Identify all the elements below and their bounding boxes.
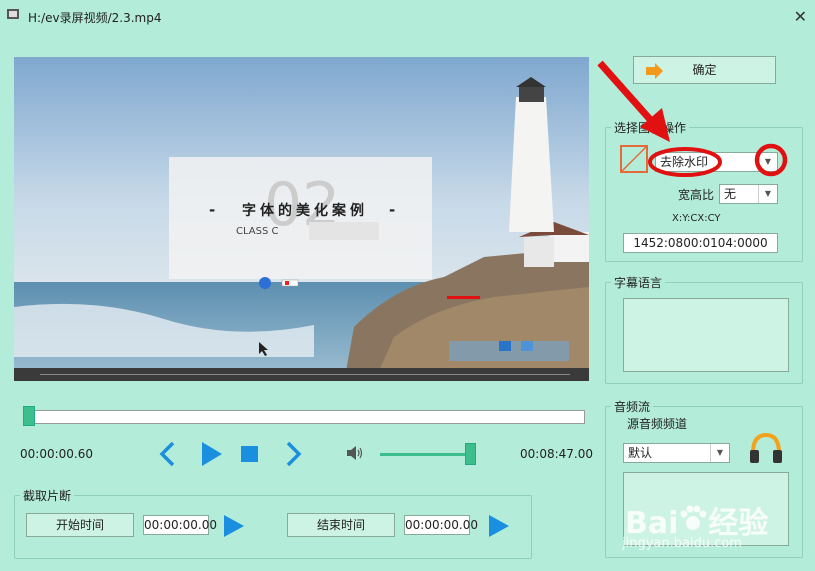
coord-label: X:Y:CX:CY — [672, 213, 721, 224]
total-time: 00:08:47.00 — [520, 447, 593, 461]
operation-selected: 去除水印 — [660, 155, 709, 169]
crop-icon — [620, 145, 648, 173]
chevron-down-icon[interactable]: ▼ — [758, 185, 777, 203]
aspect-label: 宽高比 — [678, 188, 715, 202]
paw-icon — [680, 505, 707, 530]
subtitle-list[interactable] — [623, 298, 789, 372]
confirm-button[interactable]: 确定 — [633, 56, 776, 84]
start-time-field[interactable]: 00:00:00.00 — [143, 515, 217, 535]
video-frame-image: 02 - 字体的美化案例 - CLASS C — [14, 57, 589, 381]
start-time-button[interactable]: 开始时间 — [26, 513, 134, 537]
coord-field[interactable]: 1452:0800:0104:0000 — [623, 233, 778, 253]
current-time: 00:00:00.60 — [20, 447, 93, 461]
chevron-down-icon[interactable]: ▼ — [758, 153, 777, 171]
svg-text:-: - — [209, 201, 215, 219]
video-control-strip — [14, 368, 589, 381]
stop-icon[interactable] — [241, 446, 259, 462]
confirm-arrow-icon — [646, 63, 663, 79]
volume-icon[interactable] — [346, 445, 364, 461]
chevron-down-icon[interactable]: ▼ — [710, 444, 729, 462]
slide-subtitle: CLASS C — [236, 226, 278, 237]
audio-channel-select[interactable]: 默认 ▼ — [623, 443, 730, 463]
volume-slider[interactable] — [380, 453, 470, 456]
seek-bar[interactable] — [26, 410, 585, 424]
audio-group-label: 音频流 — [611, 398, 654, 415]
title-bar: H:/ev录屏视频/2.3.mp4 ✕ — [0, 0, 815, 34]
window-title: H:/ev录屏视频/2.3.mp4 — [28, 11, 162, 25]
seek-thumb[interactable] — [23, 406, 35, 426]
end-time-button[interactable]: 结束时间 — [287, 513, 395, 537]
video-preview[interactable]: 02 - 字体的美化案例 - CLASS C — [14, 57, 589, 381]
aspect-selected: 无 — [724, 187, 737, 201]
aspect-select[interactable]: 无 ▼ — [719, 184, 778, 204]
operation-select[interactable]: 去除水印 ▼ — [655, 152, 778, 172]
close-icon[interactable]: ✕ — [794, 7, 807, 26]
headphones-icon — [750, 432, 782, 463]
play-icon[interactable] — [200, 441, 224, 467]
watermark-url: jingyan.baidu.com — [622, 536, 742, 551]
set-end-play-icon[interactable] — [489, 515, 509, 537]
slide-title: 字体的美化案例 — [242, 202, 368, 219]
audio-channel-selected: 默认 — [628, 446, 653, 460]
clip-group-label: 截取片断 — [20, 487, 75, 504]
image-op-group-label: 选择图像操作 — [611, 119, 690, 136]
subtitle-group-label: 字幕语言 — [611, 274, 666, 291]
confirm-button-label: 确定 — [692, 63, 717, 77]
previous-frame-icon[interactable] — [158, 441, 178, 467]
svg-text:-: - — [389, 201, 395, 219]
audio-channel-label: 源音频频道 — [627, 417, 688, 431]
end-time-field[interactable]: 00:00:00.00 — [404, 515, 478, 535]
next-frame-icon[interactable] — [283, 441, 303, 467]
set-start-play-icon[interactable] — [224, 515, 244, 537]
app-icon — [7, 9, 19, 19]
volume-thumb[interactable] — [465, 443, 476, 465]
